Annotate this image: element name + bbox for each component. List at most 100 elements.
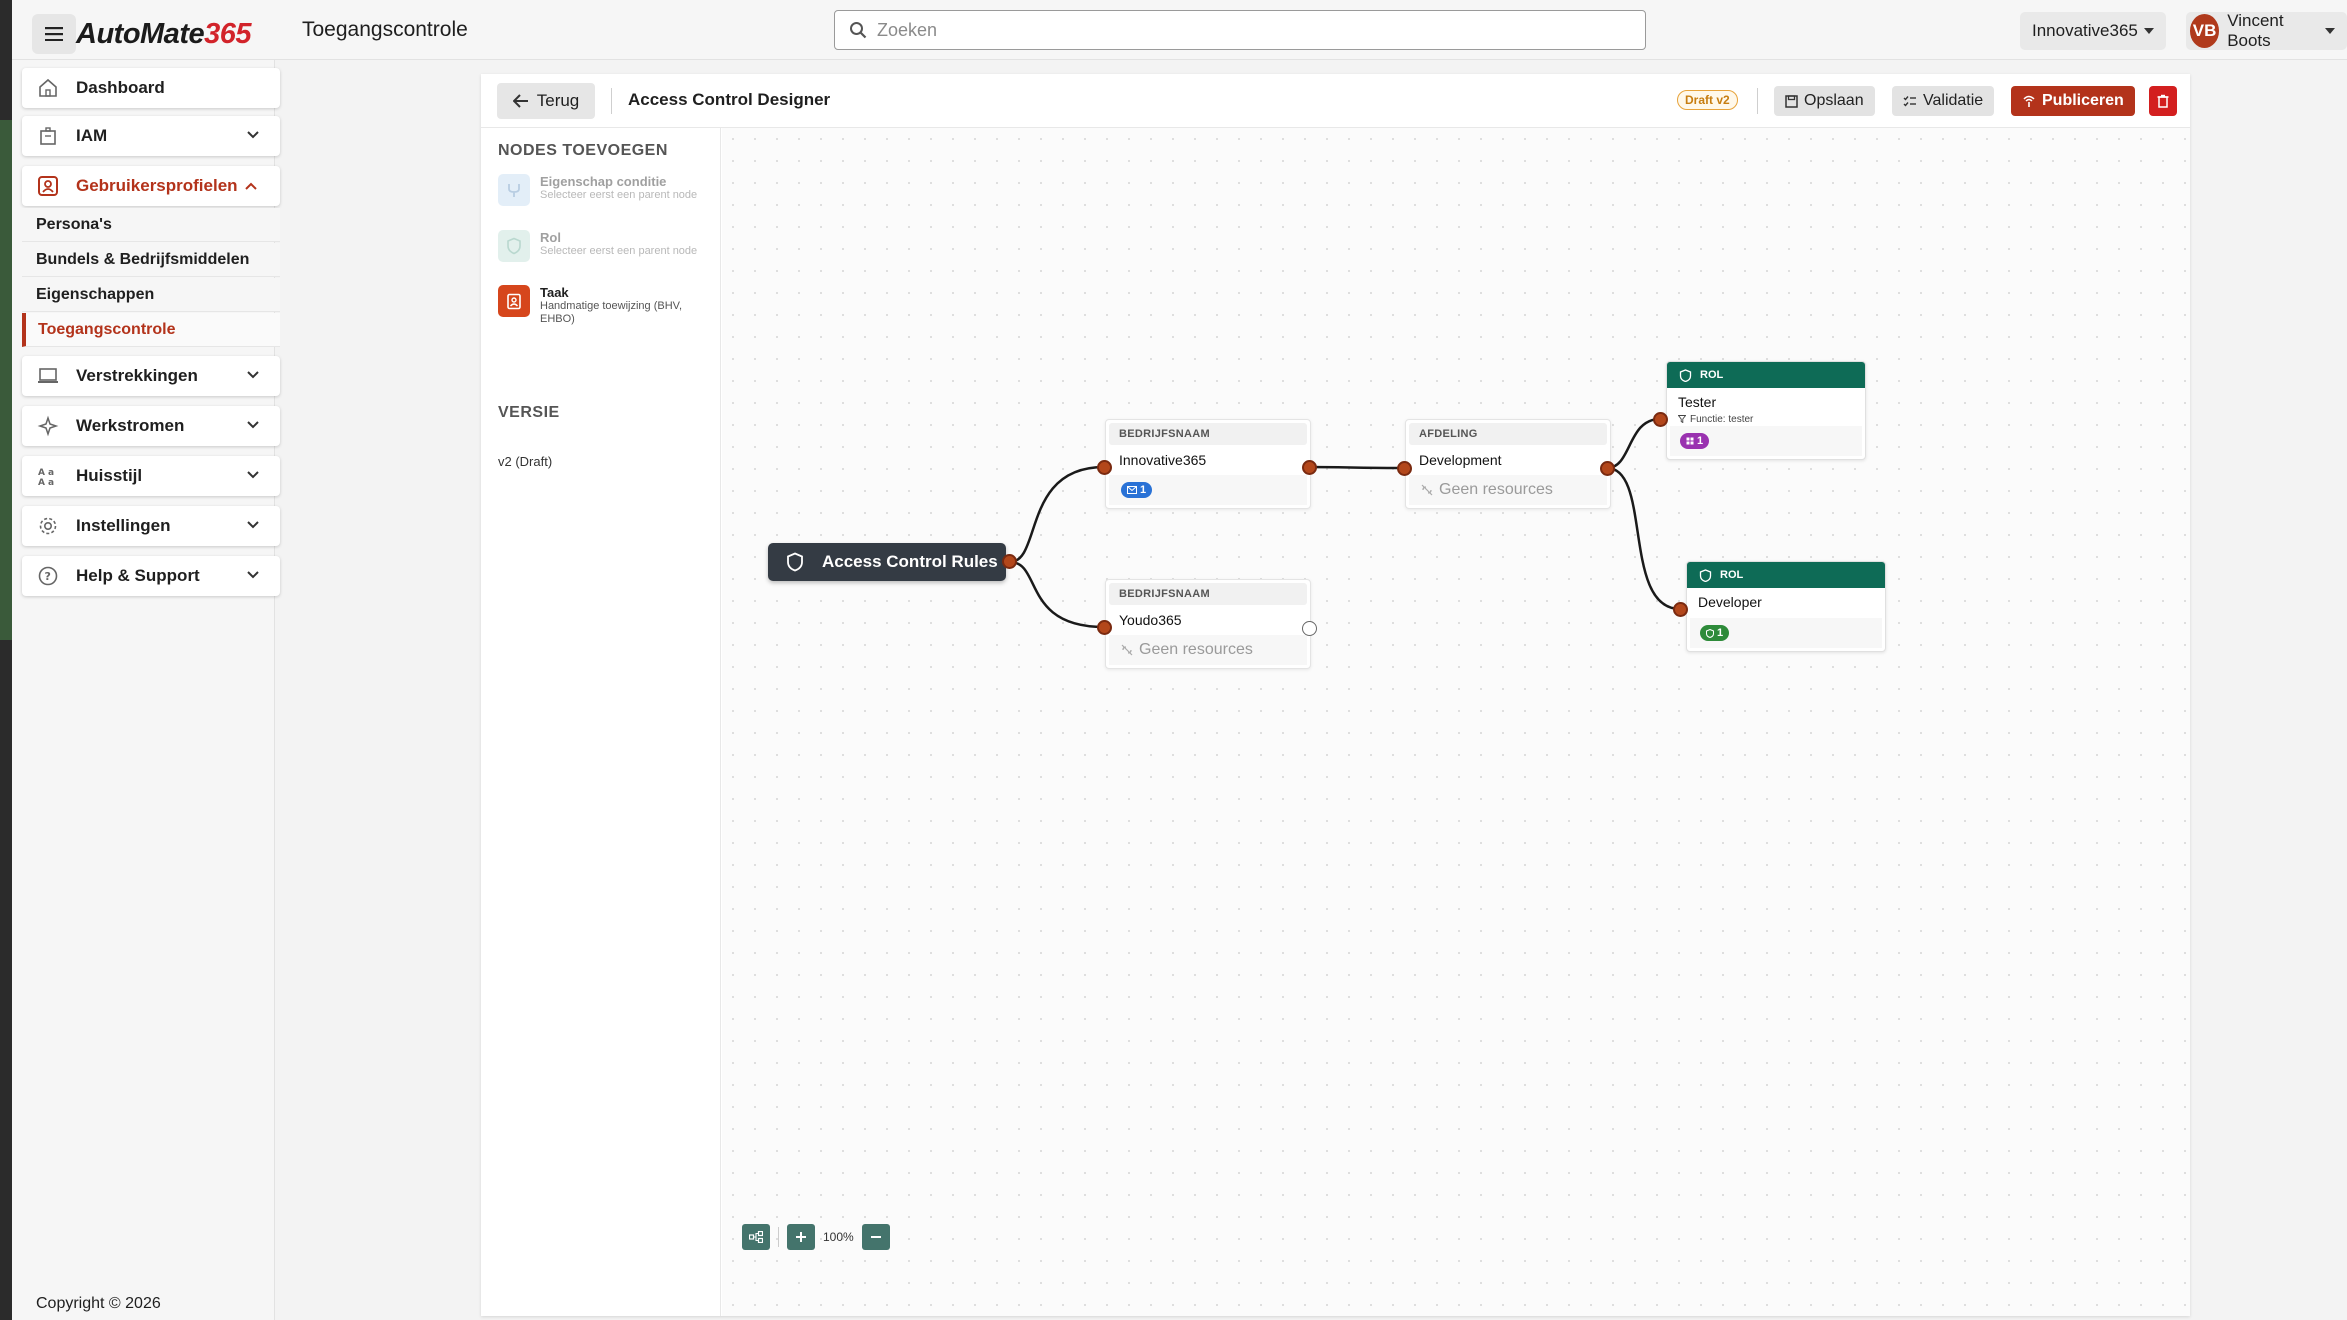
input-handle[interactable]: [1097, 620, 1112, 635]
output-handle[interactable]: [1302, 460, 1317, 475]
menu-button[interactable]: [32, 14, 76, 54]
node-resources: 1: [1109, 475, 1307, 505]
zoom-controls: 100%: [742, 1224, 890, 1250]
palette-item-property-condition[interactable]: Eigenschap conditie Selecteer eerst een …: [498, 174, 708, 206]
role-filter: Functie: tester: [1667, 412, 1865, 426]
chevron-down-icon: [247, 571, 259, 579]
palette-item-task[interactable]: Taak Handmatige toewijzing (BHV, EHBO): [498, 285, 708, 326]
sidebar-item-gebruikersprofielen[interactable]: Gebruikersprofielen: [22, 166, 280, 206]
role-node-tester[interactable]: ROL Tester Functie: tester 1: [1666, 361, 1866, 460]
sidebar-subitem-eigenschappen[interactable]: Eigenschappen: [22, 278, 280, 312]
minus-icon: [870, 1236, 881, 1238]
svg-text:A: A: [38, 478, 45, 487]
back-button[interactable]: Terug: [497, 83, 595, 119]
chevron-down-icon: [247, 421, 259, 429]
status-badge: Draft v2: [1677, 90, 1738, 110]
avatar: VB: [2190, 14, 2220, 48]
sidebar-item-instellingen[interactable]: Instellingen: [22, 506, 280, 546]
delete-button[interactable]: [2149, 86, 2177, 116]
sidebar-item-verstrekkingen[interactable]: Verstrekkingen: [22, 356, 280, 396]
laptop-icon: [36, 364, 60, 388]
sidebar-item-huisstijl[interactable]: AaAa Huisstijl: [22, 456, 280, 496]
save-button[interactable]: Opslaan: [1774, 86, 1875, 116]
node-resources: 1: [1670, 426, 1862, 456]
shield-user-icon: [1699, 568, 1712, 582]
palette-heading: NODES TOEVOEGEN: [498, 142, 668, 159]
svg-text:?: ?: [45, 570, 51, 583]
broadcast-icon: [2023, 95, 2035, 107]
designer-toolbar: Terug Access Control Designer Draft v2 O…: [481, 74, 2190, 128]
chevron-down-icon: [247, 131, 259, 139]
tenant-label: Innovative365: [2032, 21, 2138, 40]
unlink-icon: [1121, 644, 1133, 656]
designer-title: Access Control Designer: [628, 90, 831, 109]
edge-development-tester: [1606, 417, 1661, 470]
sidebar-item-iam[interactable]: IAM: [22, 116, 280, 156]
arrow-left-icon: [512, 94, 528, 108]
divider: [778, 1227, 779, 1247]
search-icon: [850, 22, 867, 39]
chevron-down-icon: [247, 521, 259, 529]
chevron-down-icon: [247, 371, 259, 379]
input-handle[interactable]: [1397, 461, 1412, 476]
input-handle[interactable]: [1673, 602, 1688, 617]
home-icon: [36, 76, 60, 100]
svg-text:A: A: [38, 468, 45, 478]
search-box[interactable]: [834, 10, 1646, 50]
resource-badge: 1: [1121, 482, 1153, 498]
resource-badge: 1: [1700, 625, 1730, 641]
flow-canvas[interactable]: Access Control Rules BEDRIJFSNAAM Innova…: [722, 128, 2190, 1316]
condition-node-development[interactable]: AFDELING Development Geen resources: [1405, 419, 1611, 509]
sidebar-item-help[interactable]: ? Help & Support: [22, 556, 280, 596]
sidebar-item-werkstromen[interactable]: Werkstromen: [22, 406, 280, 446]
role-header: ROL: [1667, 362, 1865, 388]
validate-button[interactable]: Validatie: [1892, 86, 1995, 116]
zoom-in-button[interactable]: [787, 1224, 815, 1250]
condition-node-youdo365[interactable]: BEDRIJFSNAAM Youdo365 Geen resources: [1105, 579, 1311, 669]
user-name: Vincent Boots: [2227, 11, 2284, 50]
input-handle[interactable]: [1097, 460, 1112, 475]
output-handle-empty[interactable]: [1302, 621, 1317, 636]
save-icon: [1785, 94, 1798, 108]
output-handle[interactable]: [1600, 461, 1615, 476]
search-input[interactable]: [877, 19, 1617, 41]
condition-node-innovative365[interactable]: BEDRIJFSNAAM Innovative365 1: [1105, 419, 1311, 509]
caret-down-icon: [2143, 28, 2154, 34]
node-resources: Geen resources: [1109, 635, 1307, 665]
user-profile-icon: [36, 174, 60, 198]
building-icon: [36, 124, 60, 148]
window-edge: [0, 0, 12, 1320]
palette-item-role[interactable]: Rol Selecteer eerst een parent node: [498, 230, 708, 262]
chevron-up-icon: [244, 182, 257, 190]
root-node[interactable]: Access Control Rules: [768, 543, 1006, 581]
sidebar-subitem-toegangscontrole[interactable]: Toegangscontrole: [22, 313, 280, 347]
mail-icon: [1127, 486, 1137, 494]
edge-root-youdo365: [1009, 560, 1105, 629]
layout-tree-icon: [749, 1231, 763, 1243]
zoom-out-button[interactable]: [861, 1224, 890, 1250]
branch-icon: [498, 174, 530, 206]
sidebar-subitem-bundels[interactable]: Bundels & Bedrijfsmiddelen: [22, 243, 280, 277]
auto-layout-button[interactable]: [742, 1224, 770, 1250]
root-output-handle[interactable]: [1002, 554, 1017, 569]
designer-panel: Terug Access Control Designer Draft v2 O…: [481, 74, 2190, 1316]
trash-icon: [2157, 94, 2169, 108]
tenant-selector[interactable]: Innovative365: [2020, 12, 2166, 50]
role-node-developer[interactable]: ROL Developer 1: [1686, 561, 1886, 652]
input-handle[interactable]: [1653, 412, 1668, 427]
divider: [1757, 88, 1758, 114]
shield-icon: [1706, 628, 1714, 638]
shield-user-icon: [498, 230, 530, 262]
checklist-icon: [1903, 96, 1916, 107]
user-menu[interactable]: VB Vincent Boots: [2186, 11, 2347, 50]
zoom-level: 100%: [823, 1230, 854, 1244]
sidebar-item-dashboard[interactable]: Dashboard: [22, 68, 280, 108]
node-resources: 1: [1690, 618, 1882, 648]
svg-text:a: a: [48, 468, 54, 478]
app-logo[interactable]: AutoMate365: [76, 18, 251, 51]
page-title: Toegangscontrole: [302, 18, 468, 41]
role-header: ROL: [1687, 562, 1885, 588]
publish-button[interactable]: Publiceren: [2011, 86, 2135, 116]
sidebar-subitem-personas[interactable]: Persona's: [22, 208, 280, 242]
edge-development-developer: [1606, 466, 1681, 611]
